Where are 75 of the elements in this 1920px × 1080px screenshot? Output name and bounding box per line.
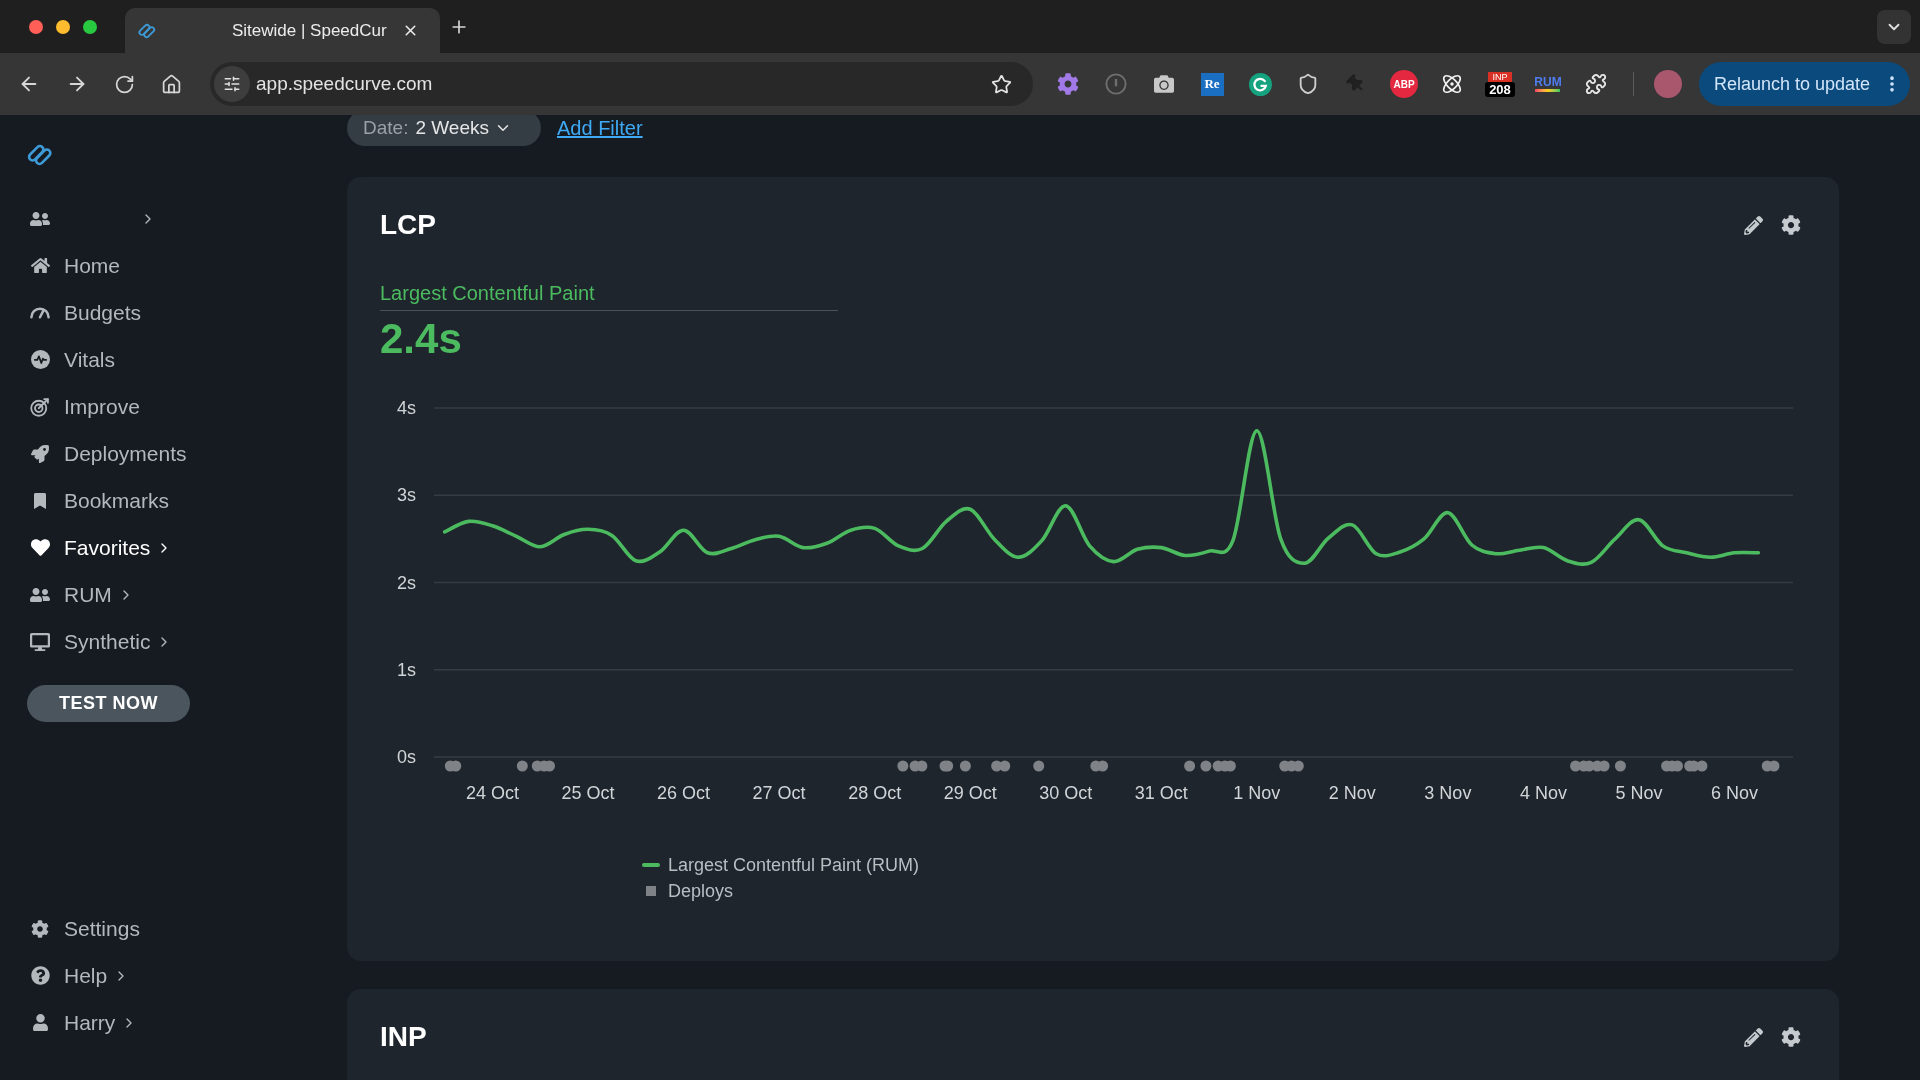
gauge-icon	[30, 306, 50, 319]
x-axis-label: 3 Nov	[1424, 783, 1472, 803]
y-axis-label: 2s	[397, 572, 416, 593]
sidebar-item[interactable]: Settings	[0, 905, 313, 952]
card-title: INP	[380, 1022, 427, 1052]
shield-icon[interactable]	[1297, 73, 1319, 95]
x-axis-label: 5 Nov	[1615, 783, 1663, 803]
card-title: LCP	[380, 210, 436, 240]
x-axis-label: 24 Oct	[466, 783, 520, 803]
metric-value: 2.4s	[380, 317, 462, 361]
camera-icon[interactable]	[1154, 74, 1174, 94]
extension-button[interactable]: Re	[1200, 72, 1224, 96]
sidebar-item[interactable]: Help	[0, 952, 313, 999]
bookmark-icon	[32, 492, 48, 509]
legend-label: Deploys	[668, 879, 734, 903]
settings-icon	[31, 919, 49, 938]
x-axis-label: 30 Oct	[1039, 783, 1093, 803]
user-icon	[31, 1014, 49, 1031]
settings-icon[interactable]	[1781, 1027, 1801, 1047]
date-filter-dropdown[interactable]: Date: 2 Weeks	[347, 115, 541, 146]
home-icon[interactable]	[161, 73, 182, 95]
x-axis-label: 2 Nov	[1328, 783, 1376, 803]
test-now-button[interactable]: TEST NOW	[27, 685, 190, 722]
x-axis-label: 6 Nov	[1710, 783, 1758, 803]
star-icon[interactable]	[991, 73, 1012, 95]
add-filter-link[interactable]: Add Filter	[557, 117, 643, 139]
x-axis-label: 31 Oct	[1134, 783, 1188, 803]
sidebar-item[interactable]: Home	[0, 242, 313, 289]
y-axis-label: 3s	[397, 485, 416, 506]
x-axis-label: 4 Nov	[1519, 783, 1567, 803]
sidebar-item[interactable]: Deployments	[0, 430, 313, 477]
tab-favicon-icon	[138, 21, 156, 40]
help-icon	[30, 966, 50, 985]
target-icon	[30, 395, 50, 418]
avatar-placeholder[interactable]	[1654, 70, 1682, 98]
tab-menu-button[interactable]	[1877, 9, 1911, 44]
browser-tab[interactable]: Sitewide | SpeedCur	[125, 8, 440, 53]
sidebar-item[interactable]: Budgets	[0, 289, 313, 336]
metric-label: Largest Contentful Paint	[380, 281, 838, 311]
x-axis-label: 29 Oct	[943, 783, 997, 803]
sidebar-item[interactable]: Improve	[0, 383, 313, 430]
y-axis-label: 4s	[397, 398, 416, 418]
reload-icon[interactable]	[114, 73, 135, 95]
y-axis-label: 0s	[397, 747, 416, 767]
sidebar-item[interactable]: Synthetic	[0, 618, 313, 665]
sidebar-item[interactable]: RUM	[0, 571, 313, 618]
circle-bar-icon[interactable]	[1105, 73, 1127, 95]
pencil-icon[interactable]	[1744, 1027, 1763, 1047]
rocket-icon	[31, 444, 49, 463]
sidebar-item[interactable]: Favorites	[0, 524, 313, 571]
x-axis-label: 25 Oct	[561, 783, 615, 803]
pencil-icon[interactable]	[1744, 215, 1763, 235]
logo-icon	[27, 142, 53, 168]
address-bar[interactable]: app.speedcurve.com	[210, 62, 1033, 106]
home-icon	[30, 256, 50, 275]
puzzle-icon[interactable]	[1585, 73, 1607, 95]
x-axis-label: 1 Nov	[1233, 783, 1281, 803]
site-info-icon[interactable]	[214, 66, 250, 102]
circle-logo-icon[interactable]	[1248, 72, 1272, 96]
sidebar-item[interactable]: Harry	[0, 999, 313, 1046]
sidebar-item[interactable]: Bookmarks	[0, 477, 313, 524]
y-axis-label: 1s	[397, 659, 416, 680]
extension-button[interactable]: ABP	[1390, 70, 1418, 98]
heart-icon	[30, 538, 50, 557]
relaunch-button[interactable]: Relaunch to update	[1699, 62, 1910, 106]
x-axis-label: 27 Oct	[752, 783, 806, 803]
monitor-icon	[30, 631, 50, 652]
sidebar-item[interactable]: Vitals	[0, 336, 313, 383]
pulse-circle-icon	[30, 350, 50, 369]
atom-icon[interactable]	[1441, 73, 1463, 95]
legend-label: Largest Contentful Paint (RUM)	[668, 853, 920, 877]
x-axis-label: 26 Oct	[657, 783, 711, 803]
settings-icon[interactable]	[1781, 215, 1801, 235]
gear-icon[interactable]	[1057, 73, 1079, 95]
x-axis-label: 28 Oct	[848, 783, 902, 803]
